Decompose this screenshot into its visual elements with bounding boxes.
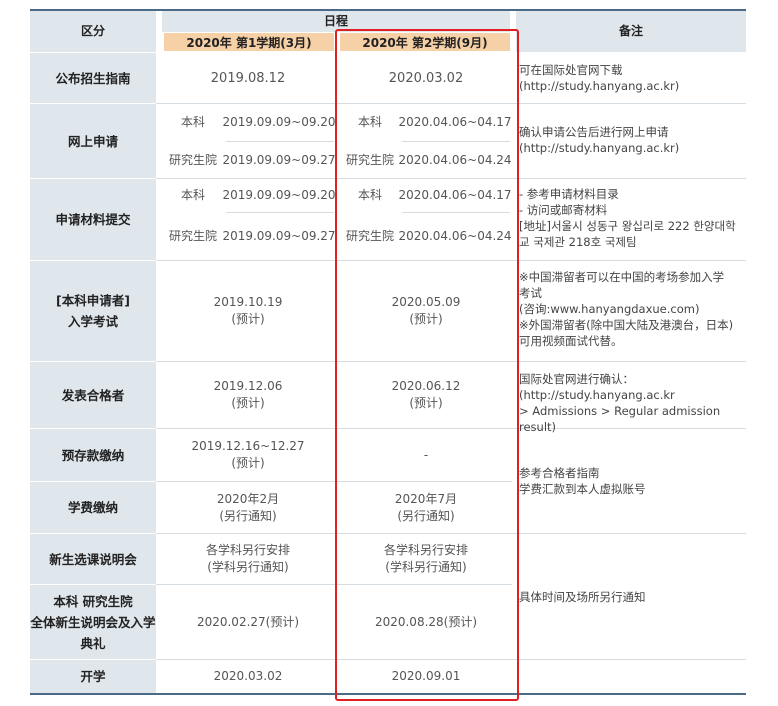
- term2-highlight-box: [335, 29, 519, 701]
- row-label-docs: 申请材料提交: [30, 179, 156, 260]
- result-note: 国际处官网进行确认： (http://study.hanyang.ac.kr >…: [519, 372, 721, 434]
- row-label-deposit: 预存款缴纳: [30, 429, 156, 481]
- result-term1: 2019.12.06 (预计): [213, 379, 283, 410]
- course-term1: 各学科另行安排 (学科另行通知): [205, 543, 290, 574]
- docs-t1-ug-date: 2019.09.09~09.20: [222, 188, 336, 202]
- header-remarks: 备注: [618, 24, 643, 38]
- row-label-apply: 网上申请: [30, 104, 156, 178]
- tuition-term1: 2020年2月 (另行通知): [216, 491, 280, 523]
- deposit-term1: 2019.12.16~12.27 (预计): [191, 439, 305, 470]
- guide-note: 可在国际处官网下载 (http://study.hanyang.ac.kr): [519, 63, 680, 93]
- payment-note: 参考合格者指南 学费汇款到本人虚拟账号: [519, 466, 646, 496]
- guide-term1: 2019.08.12: [210, 70, 286, 86]
- header-term1: 2020年 第1学期(3月): [164, 33, 334, 51]
- exam-note: ※中国滞留者可以在中国的考场参加入学 考试 (咨询:www.hanyangdax…: [519, 270, 734, 348]
- orientation-term1: 2020.02.27(预计): [196, 614, 300, 629]
- row-label-start: 开学: [30, 660, 156, 693]
- docs-note: - 参考申请材料目录 - 访问或邮寄材料 [地址]서울시 성동구 왕십리로 22…: [519, 187, 736, 249]
- docs-t1-ug-type: 本科: [180, 188, 205, 202]
- exam-term1: 2019.10.19 (预计): [213, 295, 283, 326]
- table-top-rule: [30, 9, 746, 11]
- docs-t1-gr-date: 2019.09.09~09.27: [222, 229, 336, 243]
- start-term1: 2020.03.02: [213, 669, 283, 683]
- docs-t1-gr-type: 研究生院: [168, 229, 217, 243]
- row-label-course: 新生选课说明会: [30, 534, 156, 584]
- row-label-orientation: 本科 研究生院 全体新生说明会及入学 典礼: [30, 585, 156, 659]
- row-label-guide: 公布招生指南: [30, 53, 156, 103]
- apply-t1-gr-date: 2019.09.09~09.27: [222, 152, 336, 167]
- event-note: 具体时间及场所另行通知: [519, 590, 646, 604]
- apply-t1-ug-date: 2019.09.09~09.20: [222, 115, 336, 129]
- row-label-exam: [本科申请者] 入学考试: [30, 261, 156, 361]
- apply-t1-gr-type: 研究生院: [168, 152, 217, 167]
- row-label-tuition: 学费缴纳: [30, 482, 156, 533]
- header-category: 区分: [80, 24, 105, 38]
- apply-note: 确认申请公告后进行网上申请 (http://study.hanyang.ac.k…: [519, 125, 680, 155]
- apply-t1-ug-type: 本科: [180, 115, 205, 129]
- row-label-result: 发表合格者: [30, 362, 156, 428]
